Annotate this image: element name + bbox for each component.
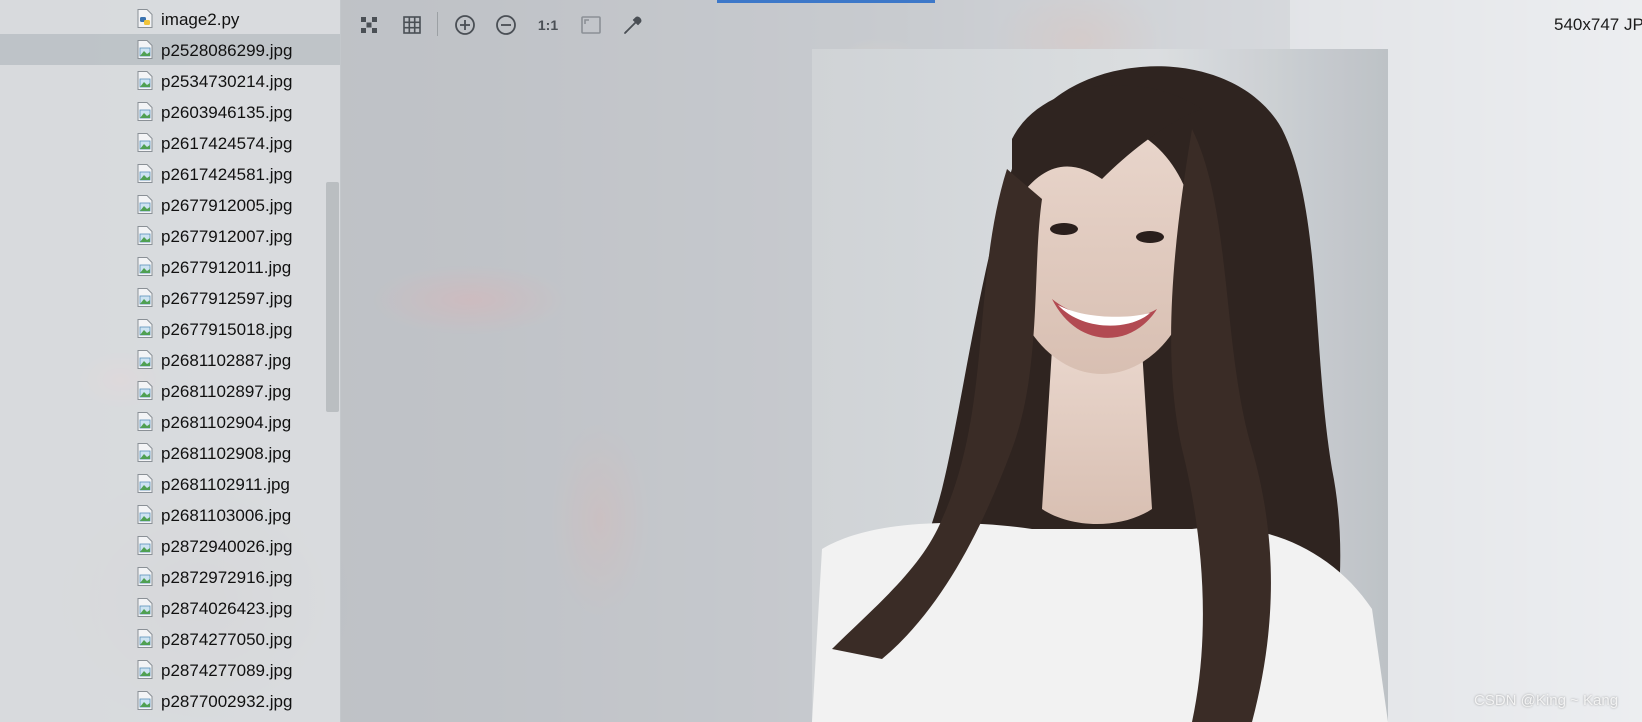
- file-name: p2617424581.jpg: [161, 165, 293, 184]
- file-name: p2681102897.jpg: [161, 382, 292, 401]
- file-name: p2681102887.jpg: [161, 351, 292, 370]
- image-file-icon: [137, 195, 153, 214]
- file-name: p2677912007.jpg: [161, 227, 293, 246]
- file-name: p2874277089.jpg: [161, 661, 293, 680]
- image-file-icon: [137, 350, 153, 369]
- image-file-icon: [137, 567, 153, 586]
- file-name: p2528086299.jpg: [161, 41, 293, 60]
- file-row[interactable]: p2681102904.jpg: [0, 406, 340, 437]
- file-name: p2681102904.jpg: [161, 413, 292, 432]
- image-file-icon: [137, 505, 153, 524]
- watermark: CSDN @King ~ Kang: [1474, 692, 1619, 709]
- file-name: p2681102911.jpg: [161, 475, 290, 494]
- file-row[interactable]: p2681102908.jpg: [0, 437, 340, 468]
- file-row[interactable]: p2872972916.jpg: [0, 561, 340, 592]
- image-file-icon: [137, 288, 153, 307]
- image-file-icon: [137, 536, 153, 555]
- file-row[interactable]: p2874026423.jpg: [0, 592, 340, 623]
- toolbar-separator: [437, 12, 438, 36]
- file-row[interactable]: p2534730214.jpg: [0, 65, 340, 96]
- file-name: p2874277050.jpg: [161, 630, 293, 649]
- project-tree: image2.py p2528086299.jpg p2534730214.jpg p…: [0, 0, 341, 722]
- file-row[interactable]: p2528086299.jpg: [0, 34, 340, 65]
- actual-size-icon[interactable]: 1:1: [535, 12, 561, 38]
- image-file-icon: [137, 598, 153, 617]
- file-name: p2677915018.jpg: [161, 320, 293, 339]
- file-name: p2534730214.jpg: [161, 72, 293, 91]
- image-file-icon: [137, 40, 153, 59]
- image-file-icon: [137, 412, 153, 431]
- file-row[interactable]: p2681102887.jpg: [0, 344, 340, 375]
- image-file-icon: [137, 660, 153, 679]
- image-file-icon: [137, 629, 153, 648]
- file-name: p2872972916.jpg: [161, 568, 293, 587]
- file-row[interactable]: p2872940026.jpg: [0, 530, 340, 561]
- actual-size-label: 1:1: [537, 17, 559, 33]
- file-name: p2874026423.jpg: [161, 599, 293, 618]
- file-name: p2677912011.jpg: [161, 258, 292, 277]
- zoom-in-icon[interactable]: [452, 12, 478, 38]
- file-name: p2677912005.jpg: [161, 196, 293, 215]
- file-row[interactable]: p2681102911.jpg: [0, 468, 340, 499]
- file-row[interactable]: p2617424574.jpg: [0, 127, 340, 158]
- tree-scrollbar[interactable]: [326, 182, 339, 412]
- image-info-label: 540x747 JP: [1554, 15, 1642, 34]
- file-name: p2681102908.jpg: [161, 444, 292, 463]
- file-name: p2877002932.jpg: [161, 692, 293, 711]
- image-file-icon: [137, 133, 153, 152]
- file-name: p2681103006.jpg: [161, 506, 292, 525]
- color-picker-icon[interactable]: [620, 12, 646, 38]
- image-file-icon: [137, 257, 153, 276]
- file-name: p2603946135.jpg: [161, 103, 293, 122]
- image-file-icon: [137, 319, 153, 338]
- file-row[interactable]: p2677912597.jpg: [0, 282, 340, 313]
- file-row[interactable]: p2677912005.jpg: [0, 189, 340, 220]
- file-row[interactable]: p2677912011.jpg: [0, 251, 340, 282]
- file-row[interactable]: p2677915018.jpg: [0, 313, 340, 344]
- file-row[interactable]: image2.py: [0, 3, 340, 34]
- image-file-icon: [137, 691, 153, 710]
- file-row[interactable]: p2681102897.jpg: [0, 375, 340, 406]
- chessboard-icon[interactable]: [356, 12, 382, 38]
- file-name: p2677912597.jpg: [161, 289, 293, 308]
- file-row[interactable]: p2617424581.jpg: [0, 158, 340, 189]
- image-file-icon: [137, 443, 153, 462]
- file-row[interactable]: p2603946135.jpg: [0, 96, 340, 127]
- python-file-icon: [137, 9, 153, 28]
- file-row[interactable]: p2681103006.jpg: [0, 499, 340, 530]
- file-row[interactable]: p2874277050.jpg: [0, 623, 340, 654]
- file-row[interactable]: p2677912007.jpg: [0, 220, 340, 251]
- image-file-icon: [137, 381, 153, 400]
- image-file-icon: [137, 474, 153, 493]
- fit-zoom-icon[interactable]: [578, 12, 604, 38]
- image-preview: [812, 49, 1388, 722]
- image-viewer-toolbar: 1:1: [342, 0, 1302, 48]
- grid-icon[interactable]: [399, 12, 425, 38]
- file-row[interactable]: p2874277089.jpg: [0, 654, 340, 685]
- image-file-icon: [137, 102, 153, 121]
- image-file-icon: [137, 226, 153, 245]
- file-name: p2872940026.jpg: [161, 537, 293, 556]
- zoom-out-icon[interactable]: [493, 12, 519, 38]
- file-name: p2617424574.jpg: [161, 134, 293, 153]
- file-row[interactable]: p2877002932.jpg: [0, 685, 340, 716]
- file-name: image2.py: [161, 10, 240, 29]
- image-file-icon: [137, 164, 153, 183]
- image-file-icon: [137, 71, 153, 90]
